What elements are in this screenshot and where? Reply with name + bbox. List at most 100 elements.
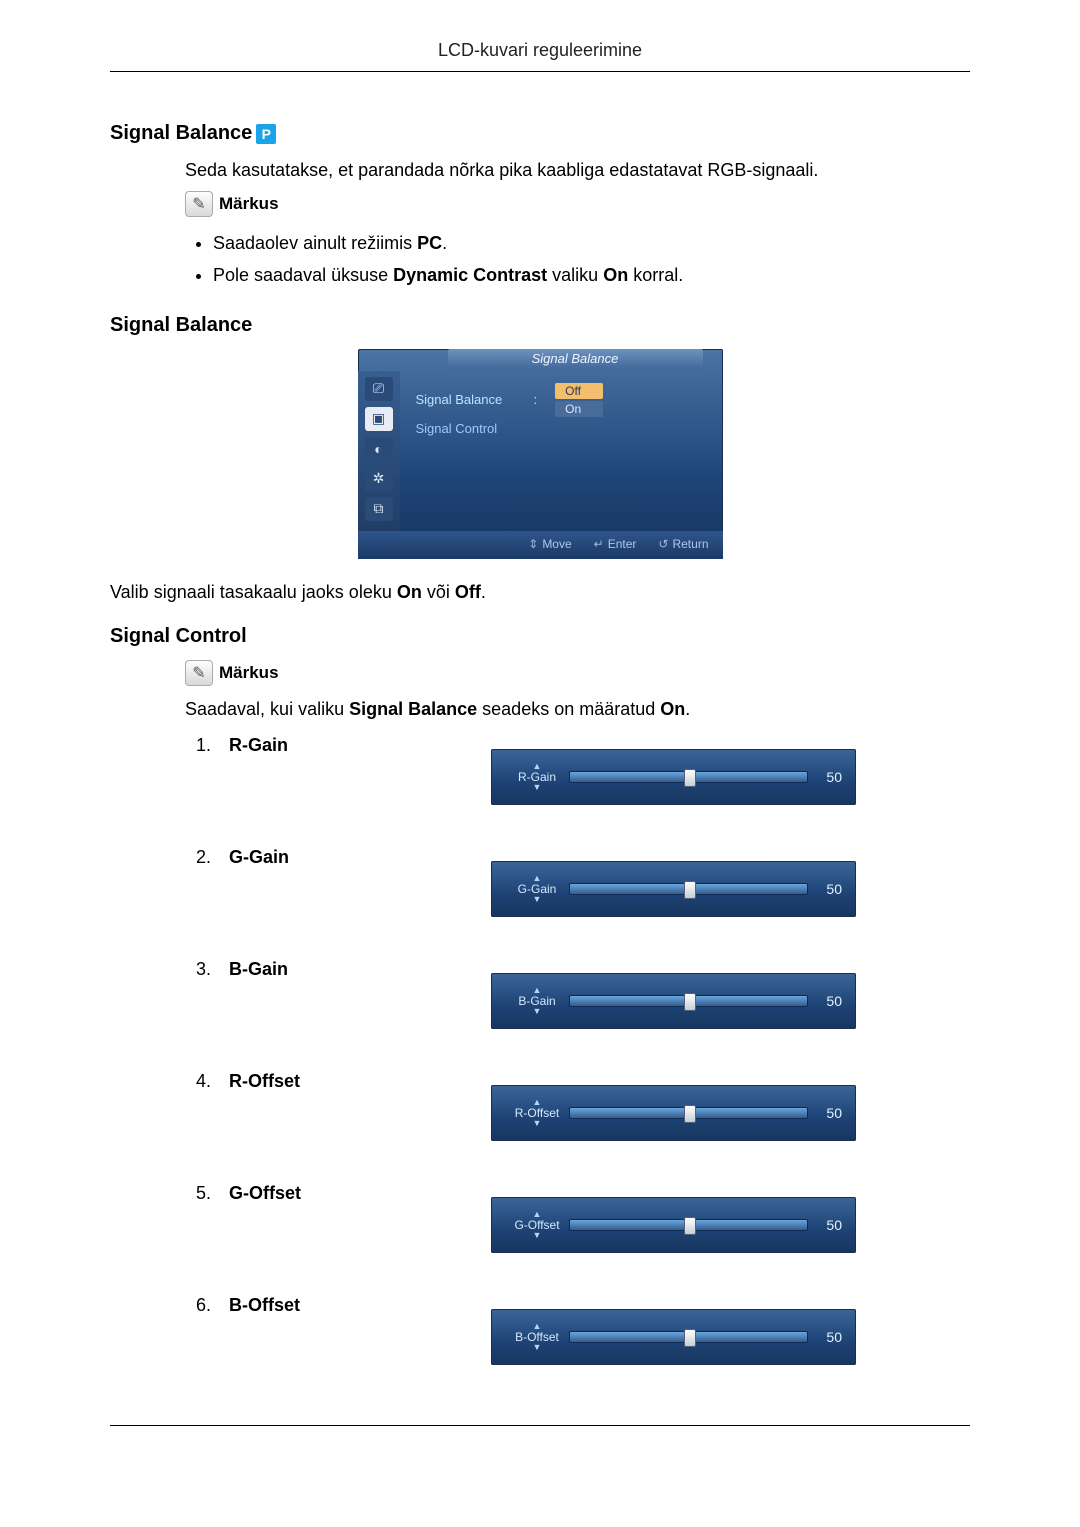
osd-panel: Signal Balance ⎚ ▣ ◐ ✲ ⧉ Signal Balance …	[358, 349, 723, 559]
list-number: 4.	[185, 1071, 211, 1092]
signal-control-item: 5. G-Offset ▲ G-Offset ▼ 50	[185, 1183, 970, 1253]
slider-g-offset[interactable]: ▲ G-Offset ▼ 50	[491, 1197, 856, 1253]
bullet-item: Saadaolev ainult režiimis PC.	[213, 227, 970, 259]
signal-control-item: 4. R-Offset ▲ R-Offset ▼ 50	[185, 1071, 970, 1141]
bullet-bold: Dynamic Contrast	[393, 265, 547, 285]
osd-row-label: Signal Balance	[416, 392, 516, 407]
note-row: ✎ Märkus	[185, 660, 970, 686]
caption-text: Valib signaali tasakaalu jaoks oleku	[110, 582, 397, 602]
slider-track[interactable]	[569, 1107, 808, 1119]
slider-thumb[interactable]	[684, 1329, 696, 1347]
avail-text: Saadaval, kui valiku	[185, 699, 349, 719]
bullet-text: Saadaolev ainult režiimis	[213, 233, 417, 253]
slider-value: 50	[808, 881, 842, 897]
heading-text: Signal Control	[110, 625, 247, 648]
bullet-text: Pole saadaval üksuse	[213, 265, 393, 285]
slider-thumb[interactable]	[684, 1105, 696, 1123]
caption-bold: Off	[455, 582, 481, 602]
list-label: G-Offset	[229, 1183, 359, 1204]
osd-side-icon-setup[interactable]: ✲	[365, 467, 393, 491]
slider-thumb[interactable]	[684, 1217, 696, 1235]
arrow-down-icon: ▼	[533, 783, 542, 792]
osd-footer: Move Enter Return	[358, 531, 723, 559]
heading-signal-balance-2: Signal Balance	[110, 314, 970, 337]
slider-thumb[interactable]	[684, 993, 696, 1011]
heading-text: Signal Balance	[110, 314, 252, 337]
list-label: B-Offset	[229, 1295, 359, 1316]
avail-text: seadeks on määratud	[477, 699, 660, 719]
p-badge-icon: P	[256, 124, 276, 144]
osd-sidebar: ⎚ ▣ ◐ ✲ ⧉	[358, 371, 400, 531]
bullet-text: valiku	[547, 265, 603, 285]
slider-track[interactable]	[569, 995, 808, 1007]
note-icon: ✎	[185, 191, 213, 217]
osd-side-icon-sound[interactable]: ◐	[365, 437, 393, 461]
osd-row-signal-control[interactable]: Signal Control	[416, 421, 709, 436]
osd-row-label: Signal Control	[416, 421, 516, 436]
arrow-down-icon: ▼	[533, 1007, 542, 1016]
heading-signal-balance-1: Signal Balance P	[110, 122, 970, 145]
list-number: 3.	[185, 959, 211, 980]
osd-row-signal-balance[interactable]: Signal Balance : Off On	[416, 383, 709, 417]
slider-track[interactable]	[569, 771, 808, 783]
slider-value: 50	[808, 993, 842, 1009]
list-number: 6.	[185, 1295, 211, 1316]
signal-control-item: 6. B-Offset ▲ B-Offset ▼ 50	[185, 1295, 970, 1365]
bullet-text: korral.	[628, 265, 683, 285]
heading-text: Signal Balance	[110, 122, 252, 145]
list-label: G-Gain	[229, 847, 359, 868]
slider-r-offset[interactable]: ▲ R-Offset ▼ 50	[491, 1085, 856, 1141]
signal-balance-caption: Valib signaali tasakaalu jaoks oleku On …	[110, 579, 970, 607]
signal-control-item: 3. B-Gain ▲ B-Gain ▼ 50	[185, 959, 970, 1029]
note-label: Märkus	[219, 194, 279, 214]
osd-hint-move: Move	[528, 537, 571, 551]
avail-bold: Signal Balance	[349, 699, 477, 719]
osd-side-icon-multi[interactable]: ⧉	[365, 497, 393, 521]
list-label: R-Gain	[229, 735, 359, 756]
signal-control-availability: Saadaval, kui valiku Signal Balance sead…	[185, 696, 970, 724]
slider-b-offset[interactable]: ▲ B-Offset ▼ 50	[491, 1309, 856, 1365]
slider-track[interactable]	[569, 1219, 808, 1231]
slider-thumb[interactable]	[684, 881, 696, 899]
caption-text: .	[481, 582, 486, 602]
slider-value: 50	[808, 769, 842, 785]
arrow-down-icon: ▼	[533, 1343, 542, 1352]
slider-value: 50	[808, 1329, 842, 1345]
avail-text: .	[685, 699, 690, 719]
osd-hint-return: Return	[658, 537, 708, 551]
bullet-text: .	[442, 233, 447, 253]
osd-value-on[interactable]: On	[555, 401, 603, 417]
heading-signal-control: Signal Control	[110, 625, 970, 648]
list-number: 5.	[185, 1183, 211, 1204]
slider-track[interactable]	[569, 1331, 808, 1343]
bullet-item: Pole saadaval üksuse Dynamic Contrast va…	[213, 259, 970, 291]
caption-text: või	[422, 582, 455, 602]
arrow-down-icon: ▼	[533, 1231, 542, 1240]
osd-value-off[interactable]: Off	[555, 383, 603, 399]
intro-text: Seda kasutatakse, et parandada nõrka pik…	[185, 157, 970, 185]
osd-hint-enter: Enter	[594, 537, 637, 551]
slider-value: 50	[808, 1217, 842, 1233]
osd-title: Signal Balance	[448, 349, 703, 369]
signal-control-item: 1. R-Gain ▲ R-Gain ▼ 50	[185, 735, 970, 805]
note-label: Märkus	[219, 663, 279, 683]
osd-side-icon-picture[interactable]: ▣	[365, 407, 393, 431]
note-icon: ✎	[185, 660, 213, 686]
page-title: LCD-kuvari reguleerimine	[110, 40, 970, 72]
slider-g-gain[interactable]: ▲ G-Gain ▼ 50	[491, 861, 856, 917]
slider-b-gain[interactable]: ▲ B-Gain ▼ 50	[491, 973, 856, 1029]
slider-thumb[interactable]	[684, 769, 696, 787]
slider-r-gain[interactable]: ▲ R-Gain ▼ 50	[491, 749, 856, 805]
signal-control-item: 2. G-Gain ▲ G-Gain ▼ 50	[185, 847, 970, 917]
slider-track[interactable]	[569, 883, 808, 895]
list-number: 1.	[185, 735, 211, 756]
slider-value: 50	[808, 1105, 842, 1121]
bullet-bold: PC	[417, 233, 442, 253]
arrow-down-icon: ▼	[533, 1119, 542, 1128]
note-row: ✎ Märkus	[185, 191, 970, 217]
list-label: B-Gain	[229, 959, 359, 980]
avail-bold: On	[660, 699, 685, 719]
osd-side-icon-input[interactable]: ⎚	[365, 377, 393, 401]
list-label: R-Offset	[229, 1071, 359, 1092]
bullet-bold: On	[603, 265, 628, 285]
